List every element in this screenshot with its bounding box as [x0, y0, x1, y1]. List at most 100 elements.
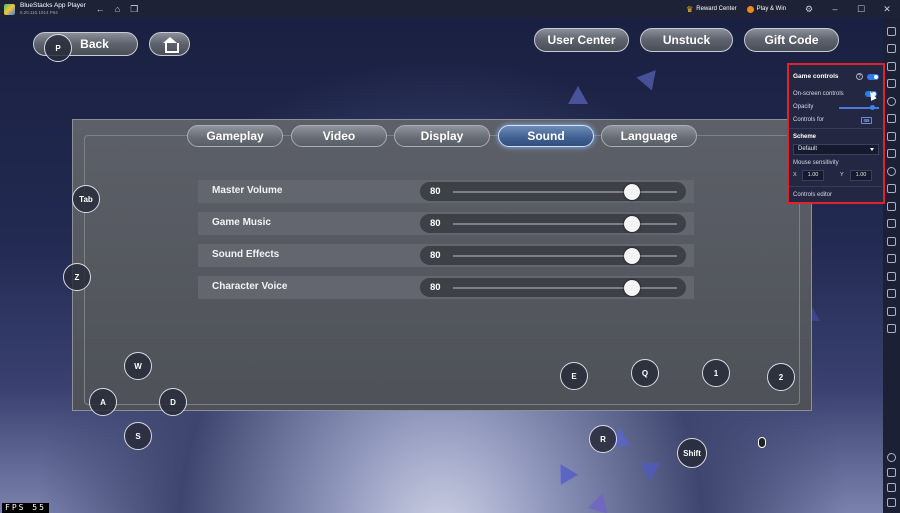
home-button[interactable]	[149, 32, 190, 56]
layers-icon[interactable]	[887, 306, 896, 316]
multi-instance-icon[interactable]: ❐	[130, 4, 138, 15]
slider-track[interactable]	[453, 255, 677, 257]
tab-gameplay[interactable]: Gameplay	[187, 125, 283, 147]
key-r[interactable]: R	[589, 425, 617, 453]
minimize-icon[interactable]: –	[822, 4, 848, 14]
key-shift[interactable]: Shift	[677, 438, 707, 468]
image-icon[interactable]	[887, 219, 896, 228]
tab-sound[interactable]: Sound	[498, 125, 594, 147]
game-controls-title: Game controls	[793, 73, 839, 80]
setting-row-character-voice: Character Voice 80	[198, 276, 694, 299]
tab-label: Gameplay	[206, 129, 264, 143]
keymap-icon[interactable]	[887, 61, 896, 71]
title-bar: BlueStacks App Player 5.20.110.1014 P64 …	[0, 0, 900, 18]
key-label: W	[134, 361, 142, 371]
key-1[interactable]: 1	[702, 359, 730, 387]
shake-icon[interactable]	[887, 254, 896, 263]
key-s[interactable]: S	[124, 422, 152, 450]
tab-label: Language	[620, 129, 678, 143]
home-sidebar-icon[interactable]	[887, 483, 896, 492]
reward-center-button[interactable]: ♛ Reward Center	[686, 5, 737, 14]
master-volume-slider[interactable]: 80	[420, 182, 686, 201]
key-a[interactable]: A	[89, 388, 117, 416]
slider-knob[interactable]	[624, 216, 641, 232]
location-icon[interactable]	[887, 236, 896, 246]
game-viewport[interactable]: Back User Center Unstuck Gift Code Gamep…	[0, 18, 883, 513]
setting-label: Character Voice	[212, 281, 288, 292]
window-title: BlueStacks App Player	[20, 2, 86, 9]
sound-effects-slider[interactable]: 80	[420, 246, 686, 265]
mouse-sensitivity-label: Mouse sensitivity	[793, 160, 839, 166]
user-center-button[interactable]: User Center	[534, 28, 629, 52]
folder-icon[interactable]	[887, 289, 896, 298]
controls-editor-link[interactable]: Controls editor	[793, 192, 832, 198]
slider-knob[interactable]	[624, 184, 641, 200]
on-screen-controls-label: On-screen controls	[793, 91, 844, 97]
key-w[interactable]: W	[124, 352, 152, 380]
slider-track[interactable]	[453, 191, 677, 193]
unstuck-button[interactable]: Unstuck	[640, 28, 733, 52]
fullscreen-icon[interactable]	[887, 26, 896, 36]
slider-track[interactable]	[453, 287, 677, 289]
game-controls-toggle[interactable]	[867, 74, 879, 80]
setting-label: Game Music	[212, 217, 271, 228]
gamepad-icon[interactable]	[887, 201, 896, 211]
gift-code-label: Gift Code	[764, 33, 819, 47]
key-q[interactable]: Q	[631, 359, 659, 387]
key-label: 1	[713, 368, 719, 378]
recent-apps-icon[interactable]	[887, 498, 896, 507]
slider-track[interactable]	[453, 223, 677, 225]
tab-display[interactable]: Display	[394, 125, 490, 147]
setting-label: Sound Effects	[212, 249, 280, 260]
key-p[interactable]: P	[44, 34, 72, 62]
settings-gear-icon[interactable]: ⚙	[796, 4, 822, 15]
back-arrow-icon[interactable]: ←	[96, 4, 105, 14]
key-e[interactable]: E	[560, 362, 588, 390]
multi-instance-sidebar-icon[interactable]	[887, 131, 896, 141]
back-button-label: Back	[80, 37, 109, 51]
more-icon[interactable]	[887, 324, 896, 333]
gift-code-button[interactable]: Gift Code	[744, 28, 839, 52]
slider-knob[interactable]	[624, 248, 641, 264]
y-axis-label: Y	[840, 172, 844, 178]
key-2[interactable]: 2	[767, 363, 795, 391]
user-center-label: User Center	[547, 33, 616, 47]
screenshot-icon[interactable]	[887, 79, 896, 88]
tab-video[interactable]: Video	[291, 125, 387, 147]
key-z[interactable]: Z	[63, 263, 91, 291]
x-sensitivity-input[interactable]: 1.00	[802, 170, 824, 181]
key-label: E	[571, 371, 577, 381]
back-sidebar-icon[interactable]	[887, 468, 896, 477]
game-music-slider[interactable]: 80	[420, 214, 686, 233]
tab-language[interactable]: Language	[601, 125, 697, 147]
key-label: A	[100, 397, 106, 407]
play-win-button[interactable]: Play & Win	[746, 5, 786, 13]
record-icon[interactable]	[887, 96, 896, 106]
sync-icon[interactable]	[887, 166, 896, 176]
mouse-icon[interactable]	[758, 437, 766, 448]
decorative-shard	[636, 63, 664, 91]
volume-icon[interactable]	[887, 44, 896, 53]
scheme-select[interactable]: Default	[793, 144, 879, 155]
decorative-shard	[551, 459, 579, 485]
fps-counter: FPS 55	[2, 503, 49, 513]
y-sensitivity-input[interactable]: 1.00	[850, 170, 872, 181]
key-tab[interactable]: Tab	[72, 185, 100, 213]
keyboard-icon[interactable]: ⌨	[861, 117, 872, 124]
settings-sidebar-icon[interactable]	[887, 453, 896, 462]
camera-icon[interactable]	[887, 184, 896, 193]
macro-icon[interactable]	[887, 114, 896, 123]
eco-mode-icon[interactable]	[887, 149, 896, 158]
opacity-slider[interactable]	[839, 105, 879, 110]
crown-icon: ♛	[686, 4, 694, 14]
close-icon[interactable]: ✕	[874, 4, 900, 15]
rotate-icon[interactable]	[887, 271, 896, 281]
character-voice-slider[interactable]: 80	[420, 278, 686, 297]
help-icon[interactable]: ?	[856, 73, 863, 80]
key-d[interactable]: D	[159, 388, 187, 416]
maximize-icon[interactable]: ☐	[848, 4, 874, 15]
key-label: Shift	[683, 448, 701, 458]
key-label: P	[55, 43, 61, 53]
home-icon[interactable]: ⌂	[115, 4, 120, 14]
slider-knob[interactable]	[624, 280, 641, 296]
